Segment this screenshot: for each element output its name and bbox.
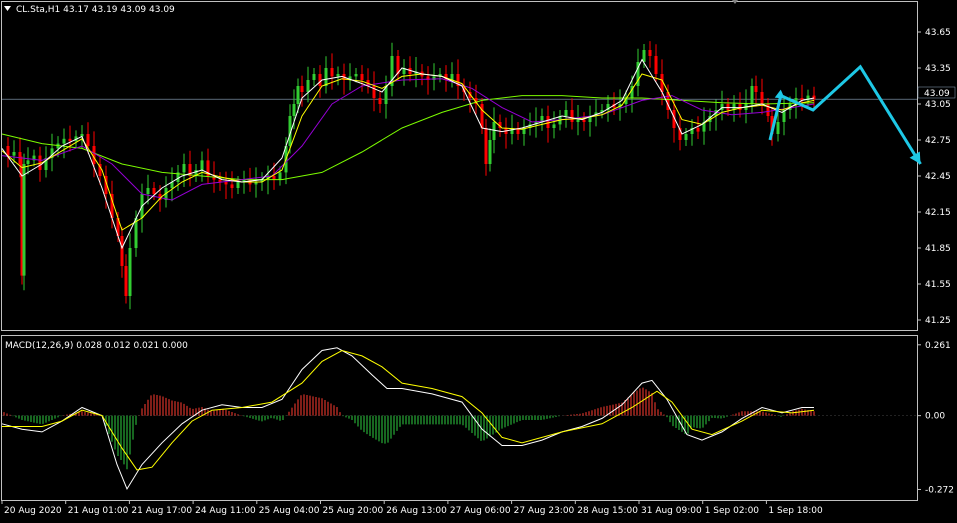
candle-body xyxy=(200,160,204,170)
time-tick-label: 1 Sep 18:00 xyxy=(768,506,823,516)
candle-body xyxy=(696,128,700,132)
candle-body xyxy=(354,74,358,77)
candle-body xyxy=(582,119,586,122)
time-tick-label: 25 Aug 20:00 xyxy=(323,506,384,516)
time-tick-label: 27 Aug 23:00 xyxy=(514,506,575,516)
macd-tick-label: 0.261 xyxy=(925,341,951,351)
candle-body xyxy=(492,122,496,140)
candle-body xyxy=(86,134,90,146)
candle-body xyxy=(230,184,234,188)
candle-body xyxy=(306,80,310,92)
time-tick-label: 28 Aug 15:00 xyxy=(577,506,638,516)
candle-body xyxy=(776,122,780,134)
candle-body xyxy=(12,152,16,156)
candle-body xyxy=(564,110,568,116)
price-tick-label: 41.25 xyxy=(925,316,951,326)
candle-body xyxy=(324,68,328,86)
candle-body xyxy=(360,74,364,80)
time-tick-label: 25 Aug 04:00 xyxy=(259,506,320,516)
candle-body xyxy=(236,182,240,188)
candle-body xyxy=(378,98,382,104)
time-tick-label: 27 Aug 06:00 xyxy=(450,506,511,516)
candle-body xyxy=(182,164,186,173)
price-tick-label: 42.75 xyxy=(925,136,951,146)
candle-body xyxy=(750,86,754,104)
candle-body xyxy=(552,124,556,128)
candle-body xyxy=(6,146,10,156)
time-tick-label: 26 Aug 13:00 xyxy=(386,506,447,516)
candle-body xyxy=(648,50,652,56)
candle-body xyxy=(312,74,316,80)
time-tick-label: 21 Aug 17:00 xyxy=(131,506,192,516)
price-tick-label: 42.15 xyxy=(925,208,951,218)
candle-body xyxy=(330,68,334,77)
chart-background xyxy=(0,0,957,519)
candle-body xyxy=(488,140,492,164)
candle-body xyxy=(62,138,66,144)
candle-body xyxy=(726,104,730,110)
price-tick-label: 43.35 xyxy=(925,64,951,74)
candle-body xyxy=(336,74,340,77)
candle-body xyxy=(300,86,304,92)
candle-body xyxy=(754,86,758,92)
candle-body xyxy=(570,110,574,122)
candle-body xyxy=(224,182,228,185)
candle-body xyxy=(292,104,296,116)
candle-body xyxy=(760,92,764,104)
candle-body xyxy=(22,164,26,276)
symbol-title: CL.Sta,H1 43.17 43.19 43.09 43.09 xyxy=(16,5,175,15)
candle-body xyxy=(128,248,132,296)
candle-body xyxy=(576,119,580,122)
candle-body xyxy=(738,104,742,110)
candle-body xyxy=(318,74,322,86)
macd-title: MACD(12,26,9) 0.028 0.012 0.021 0.000 xyxy=(5,341,188,351)
candle-body xyxy=(124,266,128,296)
candle-body xyxy=(484,128,488,164)
candle-body xyxy=(480,104,484,128)
candle-body xyxy=(120,236,124,266)
macd-tick-label: 0.00 xyxy=(925,412,945,422)
candle-body xyxy=(296,86,300,104)
candle-body xyxy=(272,176,276,180)
time-tick-label: 20 Aug 2020 xyxy=(4,506,62,516)
chart-window: CL.Sta,H1 43.17 43.19 43.09 43.09 MACD(1… xyxy=(0,0,957,519)
candle-body xyxy=(146,188,150,194)
price-tick-label: 43.65 xyxy=(925,28,951,38)
candle-body xyxy=(684,134,688,140)
price-tick-label: 42.45 xyxy=(925,172,951,182)
price-tick-label: 43.05 xyxy=(925,100,951,110)
candle-body xyxy=(278,172,282,180)
time-tick-label: 31 Aug 09:00 xyxy=(641,506,702,516)
time-tick-label: 24 Aug 11:00 xyxy=(195,506,256,516)
price-tick-label: 41.85 xyxy=(925,244,951,254)
time-tick-label: 1 Sep 02:00 xyxy=(705,506,760,516)
candle-body xyxy=(546,116,550,128)
macd-tick-label: -0.272 xyxy=(925,485,954,495)
candle-body xyxy=(152,188,156,194)
candle-body xyxy=(654,56,658,74)
price-tick-label: 41.55 xyxy=(925,280,951,290)
candle-body xyxy=(68,138,72,142)
candle-body xyxy=(26,160,30,164)
current-price-label: 43.09 xyxy=(924,89,950,99)
time-tick-label: 21 Aug 01:00 xyxy=(68,506,129,516)
